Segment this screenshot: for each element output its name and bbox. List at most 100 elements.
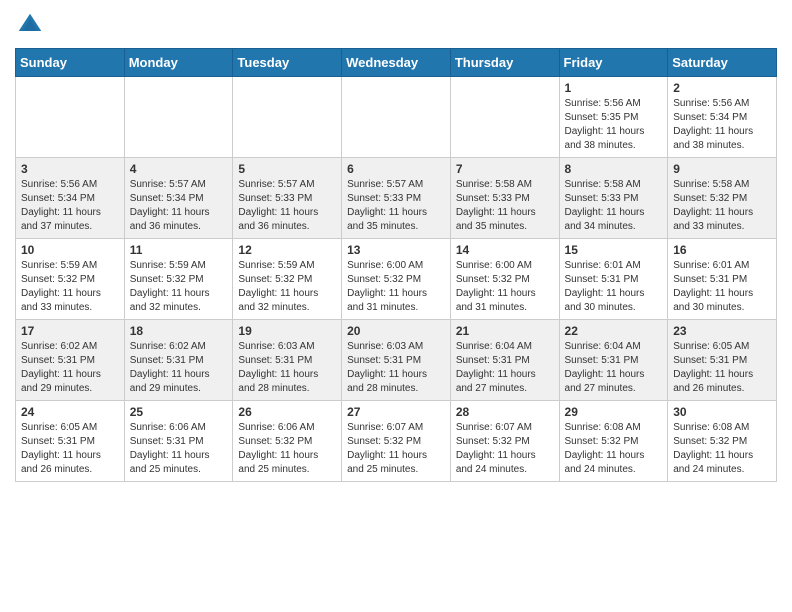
- calendar-cell: 27 Sunrise: 6:07 AM Sunset: 5:32 PM Dayli…: [342, 401, 451, 482]
- day-number: 13: [347, 243, 445, 257]
- calendar-cell: 8 Sunrise: 5:58 AM Sunset: 5:33 PM Daylig…: [559, 158, 668, 239]
- day-number: 21: [456, 324, 554, 338]
- calendar-week-2: 3 Sunrise: 5:56 AM Sunset: 5:34 PM Daylig…: [16, 158, 777, 239]
- day-number: 28: [456, 405, 554, 419]
- calendar-cell: 10 Sunrise: 5:59 AM Sunset: 5:32 PM Dayli…: [16, 239, 125, 320]
- calendar-week-3: 10 Sunrise: 5:59 AM Sunset: 5:32 PM Dayli…: [16, 239, 777, 320]
- logo-icon: [15, 10, 45, 40]
- day-number: 18: [130, 324, 228, 338]
- day-number: 29: [565, 405, 663, 419]
- day-info: Sunrise: 5:59 AM Sunset: 5:32 PM Dayligh…: [21, 259, 119, 315]
- day-number: 20: [347, 324, 445, 338]
- calendar-cell: 28 Sunrise: 6:07 AM Sunset: 5:32 PM Dayli…: [450, 401, 559, 482]
- day-number: 15: [565, 243, 663, 257]
- day-info: Sunrise: 6:01 AM Sunset: 5:31 PM Dayligh…: [673, 259, 771, 315]
- day-number: 8: [565, 162, 663, 176]
- day-info: Sunrise: 6:08 AM Sunset: 5:32 PM Dayligh…: [673, 421, 771, 477]
- day-info: Sunrise: 6:07 AM Sunset: 5:32 PM Dayligh…: [456, 421, 554, 477]
- day-number: 23: [673, 324, 771, 338]
- calendar-cell: 14Sunrise: 6:00 AM Sunset: 5:32 PM Dayli…: [450, 239, 559, 320]
- calendar-cell: [16, 77, 125, 158]
- weekday-header-wednesday: Wednesday: [342, 49, 451, 77]
- day-number: 4: [130, 162, 228, 176]
- weekday-header-monday: Monday: [124, 49, 233, 77]
- day-number: 14: [456, 243, 554, 257]
- day-info: Sunrise: 5:58 AM Sunset: 5:33 PM Dayligh…: [456, 178, 554, 234]
- day-info: Sunrise: 6:06 AM Sunset: 5:32 PM Dayligh…: [238, 421, 336, 477]
- calendar-cell: 16 Sunrise: 6:01 AM Sunset: 5:31 PM Dayli…: [668, 239, 777, 320]
- day-number: 5: [238, 162, 336, 176]
- day-info: Sunrise: 6:03 AM Sunset: 5:31 PM Dayligh…: [347, 340, 445, 396]
- day-number: 10: [21, 243, 119, 257]
- day-info: Sunrise: 5:58 AM Sunset: 5:32 PM Dayligh…: [673, 178, 771, 234]
- day-number: 12: [238, 243, 336, 257]
- calendar-cell: 12 Sunrise: 5:59 AM Sunset: 5:32 PM Dayli…: [233, 239, 342, 320]
- calendar-cell: 1 Sunrise: 5:56 AM Sunset: 5:35 PM Daylig…: [559, 77, 668, 158]
- calendar-cell: 11 Sunrise: 5:59 AM Sunset: 5:32 PM Dayli…: [124, 239, 233, 320]
- day-info: Sunrise: 6:04 AM Sunset: 5:31 PM Dayligh…: [565, 340, 663, 396]
- day-info: Sunrise: 6:03 AM Sunset: 5:31 PM Dayligh…: [238, 340, 336, 396]
- calendar-cell: 20 Sunrise: 6:03 AM Sunset: 5:31 PM Dayli…: [342, 320, 451, 401]
- day-number: 11: [130, 243, 228, 257]
- calendar-cell: 6 Sunrise: 5:57 AM Sunset: 5:33 PM Daylig…: [342, 158, 451, 239]
- calendar-cell: 30 Sunrise: 6:08 AM Sunset: 5:32 PM Dayli…: [668, 401, 777, 482]
- weekday-header-friday: Friday: [559, 49, 668, 77]
- calendar-cell: 13 Sunrise: 6:00 AM Sunset: 5:32 PM Dayli…: [342, 239, 451, 320]
- calendar-table: SundayMondayTuesdayWednesdayThursdayFrid…: [15, 48, 777, 482]
- weekday-header-row: SundayMondayTuesdayWednesdayThursdayFrid…: [16, 49, 777, 77]
- calendar-cell: 3 Sunrise: 5:56 AM Sunset: 5:34 PM Daylig…: [16, 158, 125, 239]
- day-info: Sunrise: 6:00 AM Sunset: 5:32 PM Dayligh…: [347, 259, 445, 315]
- day-number: 1: [565, 81, 663, 95]
- calendar-cell: 22Sunrise: 6:04 AM Sunset: 5:31 PM Dayli…: [559, 320, 668, 401]
- day-info: Sunrise: 6:05 AM Sunset: 5:31 PM Dayligh…: [673, 340, 771, 396]
- day-number: 3: [21, 162, 119, 176]
- calendar-cell: 9 Sunrise: 5:58 AM Sunset: 5:32 PM Daylig…: [668, 158, 777, 239]
- day-number: 2: [673, 81, 771, 95]
- day-info: Sunrise: 5:59 AM Sunset: 5:32 PM Dayligh…: [238, 259, 336, 315]
- calendar-cell: 24 Sunrise: 6:05 AM Sunset: 5:31 PM Dayli…: [16, 401, 125, 482]
- day-info: Sunrise: 5:57 AM Sunset: 5:33 PM Dayligh…: [238, 178, 336, 234]
- day-info: Sunrise: 5:56 AM Sunset: 5:35 PM Dayligh…: [565, 97, 663, 153]
- calendar-week-1: 1 Sunrise: 5:56 AM Sunset: 5:35 PM Daylig…: [16, 77, 777, 158]
- calendar-cell: [450, 77, 559, 158]
- calendar-cell: 23 Sunrise: 6:05 AM Sunset: 5:31 PM Dayli…: [668, 320, 777, 401]
- weekday-header-saturday: Saturday: [668, 49, 777, 77]
- day-info: Sunrise: 5:56 AM Sunset: 5:34 PM Dayligh…: [673, 97, 771, 153]
- day-info: Sunrise: 6:05 AM Sunset: 5:31 PM Dayligh…: [21, 421, 119, 477]
- day-number: 9: [673, 162, 771, 176]
- day-info: Sunrise: 6:04 AM Sunset: 5:31 PM Dayligh…: [456, 340, 554, 396]
- calendar-cell: 26Sunrise: 6:06 AM Sunset: 5:32 PM Dayli…: [233, 401, 342, 482]
- calendar-cell: 2 Sunrise: 5:56 AM Sunset: 5:34 PM Daylig…: [668, 77, 777, 158]
- day-info: Sunrise: 5:57 AM Sunset: 5:34 PM Dayligh…: [130, 178, 228, 234]
- calendar-week-4: 17 Sunrise: 6:02 AM Sunset: 5:31 PM Dayli…: [16, 320, 777, 401]
- logo: [15, 10, 49, 40]
- day-info: Sunrise: 5:58 AM Sunset: 5:33 PM Dayligh…: [565, 178, 663, 234]
- day-number: 7: [456, 162, 554, 176]
- day-info: Sunrise: 6:07 AM Sunset: 5:32 PM Dayligh…: [347, 421, 445, 477]
- calendar-cell: 21 Sunrise: 6:04 AM Sunset: 5:31 PM Dayli…: [450, 320, 559, 401]
- calendar-cell: [124, 77, 233, 158]
- day-info: Sunrise: 5:59 AM Sunset: 5:32 PM Dayligh…: [130, 259, 228, 315]
- day-number: 25: [130, 405, 228, 419]
- header: [15, 10, 777, 40]
- day-number: 24: [21, 405, 119, 419]
- day-number: 16: [673, 243, 771, 257]
- day-number: 27: [347, 405, 445, 419]
- day-info: Sunrise: 6:02 AM Sunset: 5:31 PM Dayligh…: [130, 340, 228, 396]
- day-info: Sunrise: 5:56 AM Sunset: 5:34 PM Dayligh…: [21, 178, 119, 234]
- day-number: 6: [347, 162, 445, 176]
- calendar-cell: 17Sunrise: 6:02 AM Sunset: 5:31 PM Dayli…: [16, 320, 125, 401]
- day-info: Sunrise: 5:57 AM Sunset: 5:33 PM Dayligh…: [347, 178, 445, 234]
- calendar-cell: [233, 77, 342, 158]
- page: SundayMondayTuesdayWednesdayThursdayFrid…: [0, 0, 792, 497]
- day-info: Sunrise: 6:01 AM Sunset: 5:31 PM Dayligh…: [565, 259, 663, 315]
- day-number: 19: [238, 324, 336, 338]
- calendar-cell: 25 Sunrise: 6:06 AM Sunset: 5:31 PM Dayli…: [124, 401, 233, 482]
- day-number: 17: [21, 324, 119, 338]
- calendar-cell: 19 Sunrise: 6:03 AM Sunset: 5:31 PM Dayli…: [233, 320, 342, 401]
- calendar-cell: [342, 77, 451, 158]
- calendar-cell: 29Sunrise: 6:08 AM Sunset: 5:32 PM Dayli…: [559, 401, 668, 482]
- weekday-header-tuesday: Tuesday: [233, 49, 342, 77]
- day-number: 30: [673, 405, 771, 419]
- day-info: Sunrise: 6:06 AM Sunset: 5:31 PM Dayligh…: [130, 421, 228, 477]
